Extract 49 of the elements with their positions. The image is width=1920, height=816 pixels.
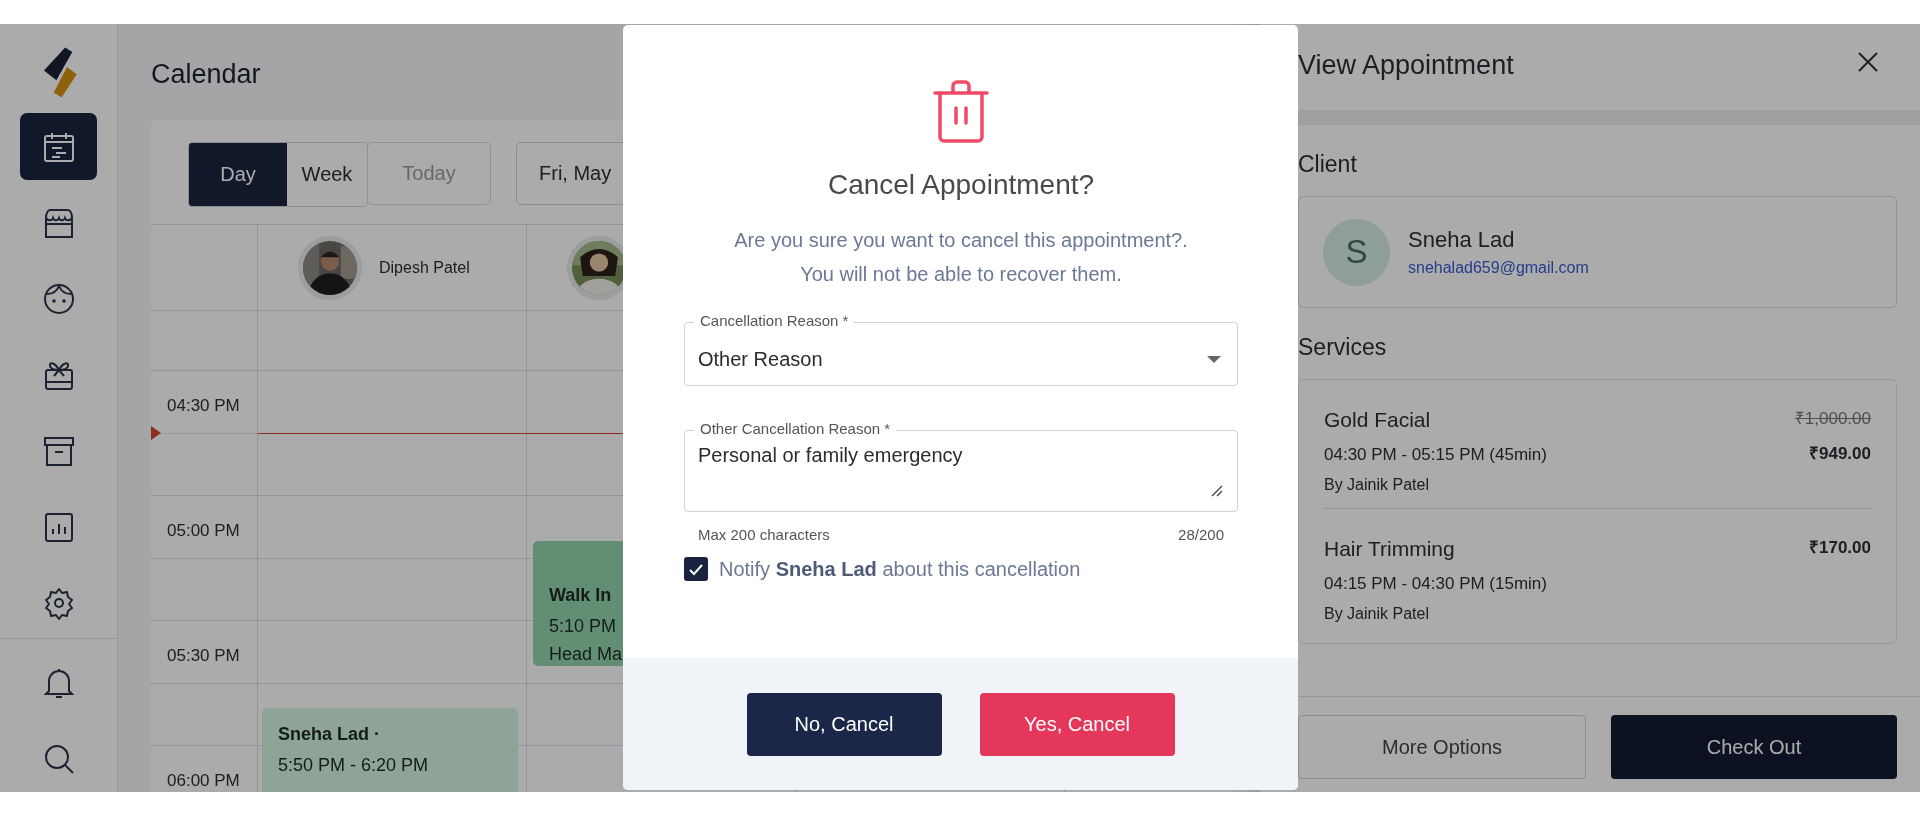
dialog-title: Cancel Appointment? bbox=[827, 169, 1095, 201]
check-out-button[interactable]: Check Out bbox=[1611, 715, 1897, 779]
close-button[interactable] bbox=[1856, 50, 1880, 74]
confirm-cancel-button[interactable]: Yes, Cancel bbox=[979, 692, 1175, 756]
view-tab[interactable]: Day bbox=[189, 143, 287, 206]
page-title: Calendar bbox=[151, 58, 261, 91]
character-counter: 28/200 bbox=[1178, 526, 1224, 543]
more-options-button[interactable]: More Options bbox=[1298, 715, 1586, 779]
original-price: ₹1,000.00 bbox=[1794, 408, 1871, 429]
service-name: Hair Trimming bbox=[1324, 537, 1456, 561]
notify-label: Notify Sneha Lad about this cancellation bbox=[719, 557, 1081, 581]
time-label: 06:00 PM bbox=[167, 771, 240, 791]
service-time: 04:30 PM - 05:15 PM (45min) bbox=[1324, 445, 1547, 465]
resize-grip-icon bbox=[1211, 485, 1223, 497]
close-icon bbox=[1856, 50, 1880, 74]
dropdown-caret-icon bbox=[1207, 355, 1221, 363]
time-label: 05:00 PM bbox=[167, 521, 240, 541]
time-label: 04:30 PM bbox=[167, 396, 240, 416]
helper-text: Max 200 characters bbox=[698, 526, 830, 543]
service-price: ₹949.00 bbox=[1809, 444, 1871, 463]
panel-title: View Appointment bbox=[1298, 49, 1514, 81]
time-label: 05:30 PM bbox=[167, 646, 240, 666]
notify-checkbox[interactable] bbox=[684, 557, 708, 581]
dismiss-button[interactable]: No, Cancel bbox=[746, 692, 942, 756]
client-email[interactable]: snehalad659@gmail.com bbox=[1408, 259, 1589, 277]
sidebar-item[interactable] bbox=[20, 113, 97, 180]
service-time: 04:15 PM - 04:30 PM (15min) bbox=[1324, 574, 1547, 594]
time-marker-icon bbox=[151, 426, 161, 440]
service-price: ₹170.00 bbox=[1809, 538, 1871, 557]
client-name: Sneha Lad bbox=[1408, 227, 1516, 253]
client-avatar: S bbox=[1323, 218, 1390, 286]
appointment-card[interactable]: Sneha Lad · 5:50 PM - 6:20 PM bbox=[262, 708, 518, 792]
section-heading: Client bbox=[1298, 151, 1358, 178]
service-staff: By Jainik Patel bbox=[1324, 476, 1430, 494]
section-heading: Services bbox=[1298, 334, 1388, 361]
trash-icon bbox=[932, 80, 990, 143]
service-name: Gold Facial bbox=[1324, 408, 1432, 432]
appointment-time: 5:50 PM - 6:20 PM bbox=[278, 754, 430, 777]
appointment-client: Walk In bbox=[549, 585, 613, 606]
service-staff: By Jainik Patel bbox=[1324, 605, 1430, 623]
face-icon bbox=[41, 281, 76, 316]
check-icon bbox=[688, 562, 704, 576]
appointment-client: Sneha Lad · bbox=[278, 724, 381, 745]
dropdown-value: Other Reason bbox=[698, 347, 823, 371]
textarea-value: Personal or family emergency bbox=[698, 444, 963, 466]
appointment-time: 5:10 PM bbox=[549, 615, 618, 638]
staff-name: Dipesh Patel bbox=[379, 258, 470, 277]
dialog-message: Are you sure you want to cancel this appointment?. You will not be able to recover them. bbox=[734, 228, 1188, 287]
appointment-service: Head Ma bbox=[549, 643, 624, 666]
